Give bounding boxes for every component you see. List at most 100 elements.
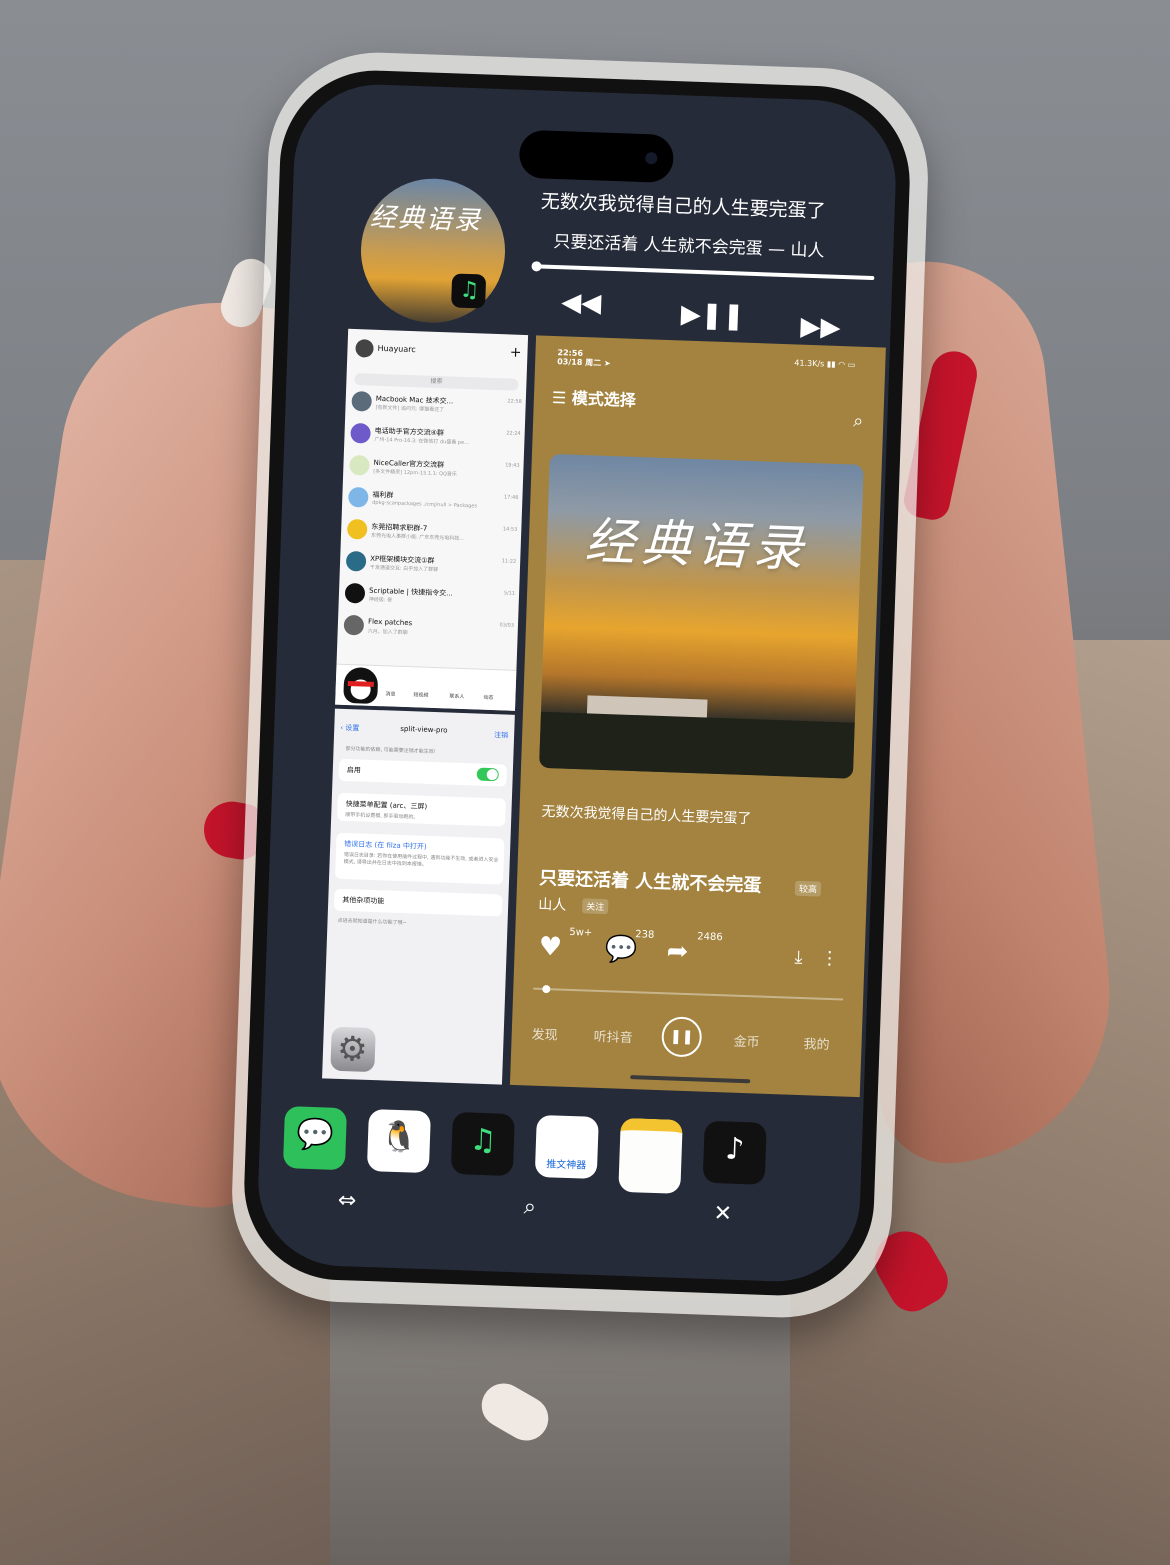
chat-preview: 千发通道交互: 白乎加入了群聊 xyxy=(369,564,439,574)
tab-videos[interactable]: 短视频 xyxy=(413,691,428,699)
status-network: 41.3K/s ▮▮ ◠ ▭ xyxy=(794,358,856,370)
dynamic-island xyxy=(518,129,675,184)
chat-time: 11:22 xyxy=(501,558,517,565)
chat-avatar xyxy=(348,486,369,508)
play-pause-icon[interactable]: ▶❚❚ xyxy=(680,299,745,331)
chat-avatar xyxy=(349,454,370,476)
penguin-scarf xyxy=(347,681,374,687)
add-icon[interactable]: + xyxy=(509,344,521,360)
search-icon[interactable]: ⌕ xyxy=(853,410,864,431)
widget-cover-title: 经典语录 xyxy=(369,202,483,237)
menu-config-row[interactable]: 快捷菜单配置 (arc、三屏) 顺带手机设置模, 即手驱动跑的。 xyxy=(337,792,506,827)
tab-feed[interactable]: 动态 xyxy=(483,694,493,701)
tab-contacts[interactable]: 联系人 xyxy=(449,693,464,701)
chat-avatar xyxy=(345,550,367,572)
settings-gear-icon[interactable]: ⚙ xyxy=(330,1026,376,1073)
back-button[interactable]: ‹ 设置 xyxy=(340,723,359,734)
douyin-app[interactable]: ♪ xyxy=(702,1120,767,1185)
download-icon[interactable]: ⤓ xyxy=(794,947,803,968)
music-app-badge-icon: ♫ xyxy=(451,273,487,309)
widget-progress-bar[interactable] xyxy=(531,261,875,281)
home-indicator xyxy=(630,1075,751,1084)
chat-tab-bar: 消息 短视频 联系人 动态 xyxy=(335,663,517,711)
settings-pane: ‹ 设置 split-view-pro 注销 部分功能的依赖, 可能需要注销才能… xyxy=(322,708,515,1085)
song-title: 只要还活着 人生就不会完蛋 xyxy=(538,867,762,897)
wechat-app[interactable]: 💬 xyxy=(282,1106,348,1171)
chat-avatar xyxy=(350,422,371,444)
chat-time: 5/11 xyxy=(503,590,516,597)
status-date: 03/18 周二 xyxy=(557,357,602,368)
share-icon[interactable]: ➦ xyxy=(666,936,689,967)
pause-button[interactable]: ❚❚ xyxy=(661,1016,703,1058)
rewind-icon[interactable]: ◀◀ xyxy=(561,287,602,318)
phone-screen: 经典语录 ♫ 无数次我觉得自己的人生要完蛋了 只要还活着 人生就不会完蛋 — 山… xyxy=(255,81,899,1285)
widget-progress-knob[interactable] xyxy=(531,261,542,272)
song-progress-knob[interactable] xyxy=(542,984,551,994)
chat-list-pane: Huayuarc + 搜索 Macbook Mac 技术交... [有新文件] 追… xyxy=(335,328,529,711)
swap-icon[interactable]: ⇔ xyxy=(337,1188,356,1214)
comment-icon[interactable]: 💬 xyxy=(604,934,637,965)
chat-time: 19:43 xyxy=(505,462,520,469)
chat-rows: Macbook Mac 技术交... [有新文件] 追问元: 哪猫看还了 22:58… xyxy=(337,385,526,647)
nav-discover[interactable]: 发现 xyxy=(531,1024,558,1044)
nav-coins[interactable]: 金币 xyxy=(733,1031,760,1051)
camera-dot xyxy=(645,152,658,165)
nav-me[interactable]: 我的 xyxy=(803,1033,830,1053)
chat-time: 03/03 xyxy=(499,622,515,629)
chat-preview: dpkg-scanpackages ./cmj/null > Packages xyxy=(372,499,478,510)
search-icon[interactable]: ⌕ xyxy=(523,1194,536,1219)
chat-time: 22:24 xyxy=(506,430,521,437)
fast-forward-icon[interactable]: ▶▶ xyxy=(800,312,841,343)
status-time: 22:56 03/18 周二 ➤ xyxy=(557,348,611,368)
enable-label: 启用 xyxy=(346,766,361,775)
chat-header: Huayuarc + xyxy=(347,329,528,379)
enable-toggle[interactable] xyxy=(476,767,499,782)
tab-messages[interactable]: 消息 xyxy=(385,690,395,697)
lyric-line1: 无数次我觉得自己的人生要完蛋了 xyxy=(541,803,752,828)
chat-avatar xyxy=(344,582,366,604)
mode-select[interactable]: ☰ 模式选择 xyxy=(552,384,637,411)
album-trees xyxy=(539,711,855,779)
album-art[interactable]: 经典语录 xyxy=(539,453,864,779)
settings-footer: 点进去就知道是什么功能了哦~ xyxy=(337,917,407,927)
more-icon[interactable]: ⋮ xyxy=(820,948,839,970)
gear-icon: ⚙ xyxy=(336,1028,369,1070)
enable-row[interactable]: 启用 xyxy=(338,758,508,787)
chat-preview: 东莞光电人事群小能: 广东东莞光电科技... xyxy=(370,532,465,542)
settings-note: 部分功能的依赖, 可能需要注销才能生效! xyxy=(345,745,436,756)
chat-time: 17:46 xyxy=(503,494,519,501)
notes-app[interactable] xyxy=(618,1117,683,1194)
nav-listen-douyin[interactable]: 听抖音 xyxy=(593,1026,633,1046)
widget-lyric-line1: 无数次我觉得自己的人生要完蛋了 xyxy=(540,190,827,223)
like-icon[interactable]: ♥ xyxy=(538,932,562,963)
error-log-sub: 错误日志目录: 若你在使用插件过程中, 遇到功能不生效, 或者进入安全模式, 请… xyxy=(343,851,499,868)
close-icon[interactable]: ✕ xyxy=(713,1201,732,1227)
chat-avatar xyxy=(343,614,365,636)
widget-album-cover[interactable]: 经典语录 xyxy=(358,176,508,326)
mode-title: 模式选择 xyxy=(571,388,637,410)
menu-config-label: 快捷菜单配置 (arc、三屏) xyxy=(345,800,428,811)
follow-button[interactable]: 关注 xyxy=(581,898,609,915)
quality-selector[interactable]: 较高 xyxy=(794,880,822,897)
song-progress-bar[interactable] xyxy=(533,984,844,1001)
qishui-music-app-icon: ♫ xyxy=(468,1122,498,1159)
chat-row[interactable]: Flex patches 六月。加入了群聊 03/03 xyxy=(337,609,518,647)
qq-app-icon: 🐧 xyxy=(379,1119,419,1156)
qq-app[interactable]: 🐧 xyxy=(366,1109,431,1174)
chat-preview: 神经极: 哥 xyxy=(368,596,393,604)
comment-count: 238 xyxy=(635,929,655,941)
qishui-music-app[interactable]: ♫ xyxy=(450,1111,515,1177)
misc-row[interactable]: 其他杂项功能 xyxy=(333,888,503,917)
avatar[interactable] xyxy=(355,339,374,358)
chat-preview: [多文件精灵] 12pm-15.1.1: QQ音乐 xyxy=(373,468,458,478)
artist-name[interactable]: 山人 xyxy=(538,894,567,915)
error-log-row[interactable]: 错误日志 (在 filza 中打开) 错误日志目录: 若你在使用插件过程中, 遇… xyxy=(335,832,505,885)
qq-penguin-icon xyxy=(343,666,379,705)
misc-label: 其他杂项功能 xyxy=(342,895,385,906)
page-title: split-view-pro xyxy=(400,724,448,735)
chat-avatar xyxy=(346,518,368,540)
wechat-app-icon: 💬 xyxy=(295,1116,335,1153)
tuiwen-app[interactable]: 推文神器 xyxy=(534,1114,599,1179)
logout-button[interactable]: 注销 xyxy=(494,730,508,740)
like-count: 5w+ xyxy=(569,926,593,939)
